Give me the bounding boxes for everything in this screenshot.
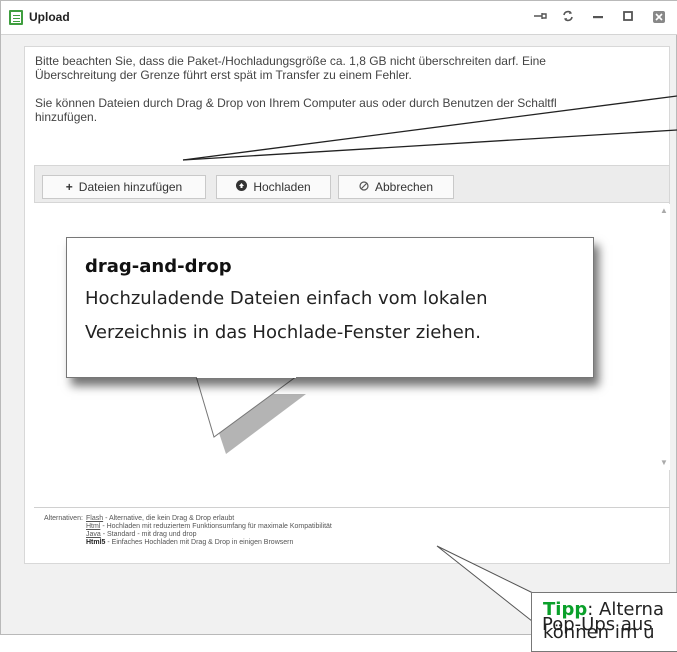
callout-text-1: Hochzuladende Dateien einfach vom lokale… bbox=[85, 288, 488, 309]
tip-text-3: Pop-Ups aus bbox=[542, 614, 653, 635]
callout-tail-joint bbox=[197, 375, 296, 378]
drag-and-drop-callout: drag-and-drop Hochzuladende Dateien einf… bbox=[66, 237, 594, 378]
callout-text-2: Verzeichnis in das Hochlade-Fenster zieh… bbox=[85, 322, 481, 343]
callout-heading: drag-and-drop bbox=[85, 256, 232, 277]
